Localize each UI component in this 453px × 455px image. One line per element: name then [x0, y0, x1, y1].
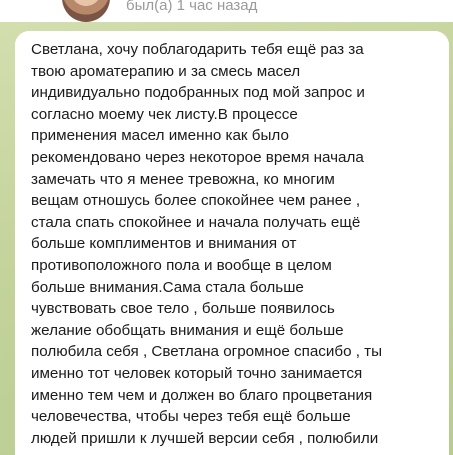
- chat-header[interactable]: был(а) 1 час назад: [0, 0, 453, 22]
- last-seen-status: был(а) 1 час назад: [126, 0, 258, 14]
- message-bubble[interactable]: Светлана, хочу поблагодарить тебя ещё ра…: [15, 31, 449, 455]
- message-text: Светлана, хочу поблагодарить тебя ещё ра…: [31, 41, 383, 447]
- avatar[interactable]: [62, 0, 110, 22]
